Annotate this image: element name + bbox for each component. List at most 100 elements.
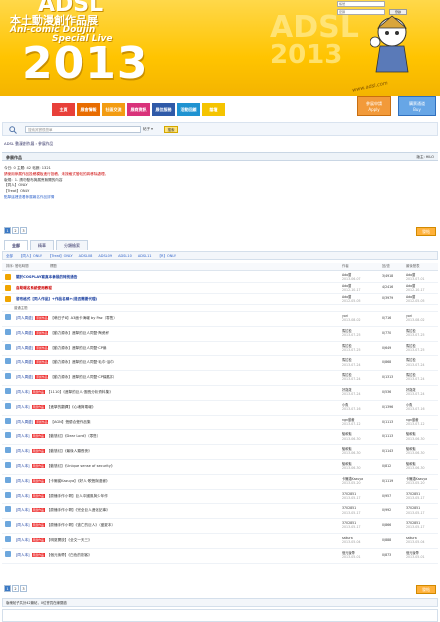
thread-row[interactable]: [同人本] 原創作品 【動態幻】《Unique sense of security》… [2,460,438,475]
thread-category[interactable]: [同人本] [16,390,30,394]
type-filter-7[interactable]: 【R】ONLY [158,254,176,258]
new-post-button-bottom[interactable]: 發帖 [416,585,436,594]
thread-author[interactable]: 馬拉松 2013-07-25 [342,344,361,352]
thread-author[interactable]: 小魚 2013-07-16 [342,403,361,411]
type-filter-0[interactable]: 全部 [6,254,13,258]
last-post[interactable]: 小魚 2013-07-16 [406,403,425,411]
thread-title-wrap[interactable]: [同人本] 原創作品 【明夏開放】《全文一天三》 [16,537,92,543]
thread-author[interactable]: 好歲歲 2013-07-24 [342,388,361,396]
thread-row[interactable]: [同人本] 原創作品 【1110】《進擊的巨人·團長分析資料集》 好歲歲 2013-07… [2,386,438,401]
top-page-3[interactable]: 3 [20,227,27,234]
thread-title-wrap[interactable]: [同人周邊] 原創作品 【動力源永】進擊的巨人同盟·毛巾·浴巾 [16,360,114,365]
thread-title-wrap[interactable]: [同人周邊] 原創作品 【AGN】聲優合聲作品集 [16,419,91,425]
thread-category[interactable]: [同人本] [16,434,30,438]
last-post[interactable]: Ado蘭 2012-10-17 [406,284,425,292]
thread-category[interactable]: [同人本] [16,553,30,557]
thread-title[interactable]: 【動力源永】進擊的巨人同盟·CP鑰匙扣 [50,375,113,379]
thread-row[interactable]: [同人周邊] 原創作品 【動力源永】進擊的巨人同盟·陶瓷杯 馬拉松 2013-07-25… [2,327,438,342]
thread-author[interactable]: 魁和魁 2013-06-30 [342,447,361,455]
breadcrumb[interactable]: ADSL 動漫創作展 › 參展作品 [4,141,53,147]
thread-row[interactable]: [同人本] 原創作品 【個元後帶】《白色的劍客》 個元後帶 2013-05-01 0/87… [2,549,438,564]
thread-category[interactable]: [同人周邊] [16,346,33,350]
last-post[interactable]: 卡爾諾Kazuya 2013-05-20 [406,477,427,485]
thread-author[interactable]: 魁和魁 2013-06-30 [342,462,361,470]
last-post[interactable]: 魁和魁 2013-06-30 [406,462,425,470]
thread-title[interactable]: 發布格式【同人作品】+作品名稱+(是否需要代理) [16,297,97,302]
type-filter-5[interactable]: ADSL10 [118,254,132,258]
thread-title[interactable]: 【明夏開放】《全文一天三》 [47,538,92,542]
thread-row[interactable]: [同人本] 原創作品 【卡爾諾Kazuya】《好人·歌聲與漫畫》 卡爾諾Kazuya 2… [2,475,438,490]
thread-author[interactable]: sakura 2013-05-04 [342,536,361,544]
thread-row[interactable]: [同人周邊] 原創作品 【動力源永】進擊的巨人同盟·毛巾·浴巾 馬拉松 2013-07-… [2,356,438,372]
thread-title[interactable]: 【慶鐘手作小哥】《完全巨人進化記事》 [47,508,110,512]
bottom-page-3[interactable]: 3 [20,585,27,592]
nav-item-2[interactable]: 社區交流 [102,103,125,116]
top-page-1[interactable]: 1 [4,227,11,234]
nav-item-6[interactable]: 論壇 [202,103,225,116]
thread-title-wrap[interactable]: [同人本] 原創作品 【慶鐘手作小哥】巨人中國風與少年作 [16,493,108,499]
thread-title-wrap[interactable]: [同人周邊] 原創作品 【萌日子8】A3面卡海報 by Paz（零售） [16,316,117,321]
thread-title-wrap[interactable]: [同人本] 原創作品 【卡爾諾Kazuya】《好人·歌聲與漫畫》 [16,478,110,484]
search-type-select[interactable]: 帖子 ▾ [143,126,161,133]
thread-row[interactable]: [同人周邊] 原創作品 【動力源永】進擊的巨人同盟·CP扇 馬拉松 2013-07-25… [2,342,438,357]
thread-category[interactable]: [同人本] [16,464,30,468]
thread-title-wrap[interactable]: [同人本] 原創作品 【個元後帶】《白色的劍客》 [16,552,92,558]
search-button[interactable]: 搜索 [164,126,178,133]
thread-title[interactable]: 【1110】《進擊的巨人·團長分析資料集》 [47,390,113,394]
thread-category[interactable]: [同人周邊] [16,331,33,335]
thread-title-wrap[interactable]: [同人周邊] 原創作品 【動力源永】進擊的巨人同盟·陶瓷杯 [16,330,109,336]
last-post[interactable]: 魁和魁 2013-06-30 [406,447,425,455]
nav-item-4[interactable]: 展位服務 [152,103,175,116]
thread-row[interactable]: [同人本] 原創作品 【明夏開放】《全文一天三》 sakura 2013-05-04 0/… [2,534,438,549]
type-filter-3[interactable]: ADSL08 [79,254,93,258]
thread-title-wrap[interactable]: [同人本] 原創作品 【慶鐘手作小哥】《完全巨人進化記事》 [16,508,110,513]
thread-category[interactable]: [同人周邊] [16,420,33,424]
thread-author[interactable]: ngn動畫 2013-07-12 [342,418,361,426]
thread-title[interactable]: 【動態幻】《Dear Lord》（零售） [47,434,101,438]
password-input[interactable] [337,9,385,15]
top-page-2[interactable]: 2 [12,227,19,234]
thread-row[interactable]: [同人本] 原創作品 【動態幻】《Dear Lord》（零售） 魁和魁 2013-06-… [2,430,438,446]
buy-button[interactable]: 購票通道 Buy [398,96,436,116]
last-post[interactable]: ngn動畫 2013-07-12 [406,418,425,426]
thread-title-wrap[interactable]: [同人本] 原創作品 【動態幻】《Dear Lord》（零售） [16,434,100,439]
thread-title-wrap[interactable]: [同人周邊] 原創作品 【動力源永】進擊的巨人同盟·CP扇 [16,345,107,351]
thread-title[interactable]: 【動態幻】《最後人類長夜》 [47,449,92,453]
thread-category[interactable]: [同人周邊] [16,375,33,379]
thread-title[interactable]: 【卡爾諾Kazuya】《好人·歌聲與漫畫》 [47,479,110,483]
thread-title[interactable]: 【萌日子8】A3面卡海報 by Paz（零售） [50,316,117,320]
tab-1[interactable]: 精華 [30,240,54,250]
last-post[interactable]: 個元後帶 2013-05-01 [406,551,425,559]
thread-title[interactable]: 【進擊的翻譯】《心魂與電報》 [47,405,96,409]
bottom-page-1[interactable]: 1 [4,585,11,592]
thread-author[interactable]: 馬拉松 2013-07-24 [342,358,361,366]
last-post[interactable]: 馬拉松 2013-07-24 [406,358,425,366]
nav-item-0[interactable]: 主頁 [52,103,75,116]
thread-row[interactable]: [同人本] 原創作品 【慶鐘手作小哥】巨人中國風與少年作 3702851 2013-05… [2,490,438,505]
thread-row[interactable]: [同人本] 原創作品 【慶鐘手作小哥】《逃亡的巨人》（盛夏本） 3702851 2013… [2,519,438,534]
last-post[interactable]: 馬拉松 2013-07-25 [406,329,425,337]
nav-item-1[interactable]: 展會情報 [77,103,100,116]
thread-category[interactable]: [同人本] [16,449,30,453]
thread-title-wrap[interactable]: [同人本] 原創作品 【動態幻】《最後人類長夜》 [16,449,92,454]
thread-row[interactable]: [同人周邊] 原創作品 【動力源永】進擊的巨人同盟·CP鑰匙扣 馬拉松 2013-07-… [2,371,438,386]
last-post[interactable]: 魁和魁 2013-06-30 [406,432,425,440]
type-filter-2[interactable]: 【Treat】ONLY [48,254,73,258]
search-input[interactable]: 搜索其實很簡單 [25,126,141,133]
forum-rule-link[interactable]: 點擊這裡查看參展報名作品詳情 [4,195,404,201]
last-post[interactable]: sakura 2013-05-04 [406,536,425,544]
thread-title[interactable]: 【慶鐘手作小哥】巨人中國風與少年作 [47,494,108,498]
thread-category[interactable]: [同人本] [16,508,30,512]
last-post[interactable]: 好歲歲 2013-07-24 [406,388,425,396]
thread-title[interactable]: 【動力源永】進擊的巨人同盟·毛巾·浴巾 [50,360,113,364]
nav-item-5[interactable]: 活動回顧 [177,103,200,116]
sticky-row[interactable]: 發布格式【同人作品】+作品名稱+(是否需要代理) Ado蘭 2012-05-05 0/… [2,294,438,305]
thread-title[interactable]: 【慶鐘手作小哥】《逃亡的巨人》（盛夏本） [47,523,115,527]
quick-post-area[interactable] [2,609,438,622]
thread-title-wrap[interactable]: [同人本] 原創作品 【動態幻】《Unique sense of security》 [16,463,115,469]
thread-author[interactable]: 馬拉松 2013-07-24 [342,373,361,381]
thread-title-wrap[interactable]: [同人本] 原創作品 【1110】《進擊的巨人·團長分析資料集》 [16,389,113,395]
thread-category[interactable]: [同人本] [16,538,30,542]
forum-moderator[interactable]: 版主: HILO [416,155,434,160]
thread-category[interactable]: [同人本] [16,405,30,409]
